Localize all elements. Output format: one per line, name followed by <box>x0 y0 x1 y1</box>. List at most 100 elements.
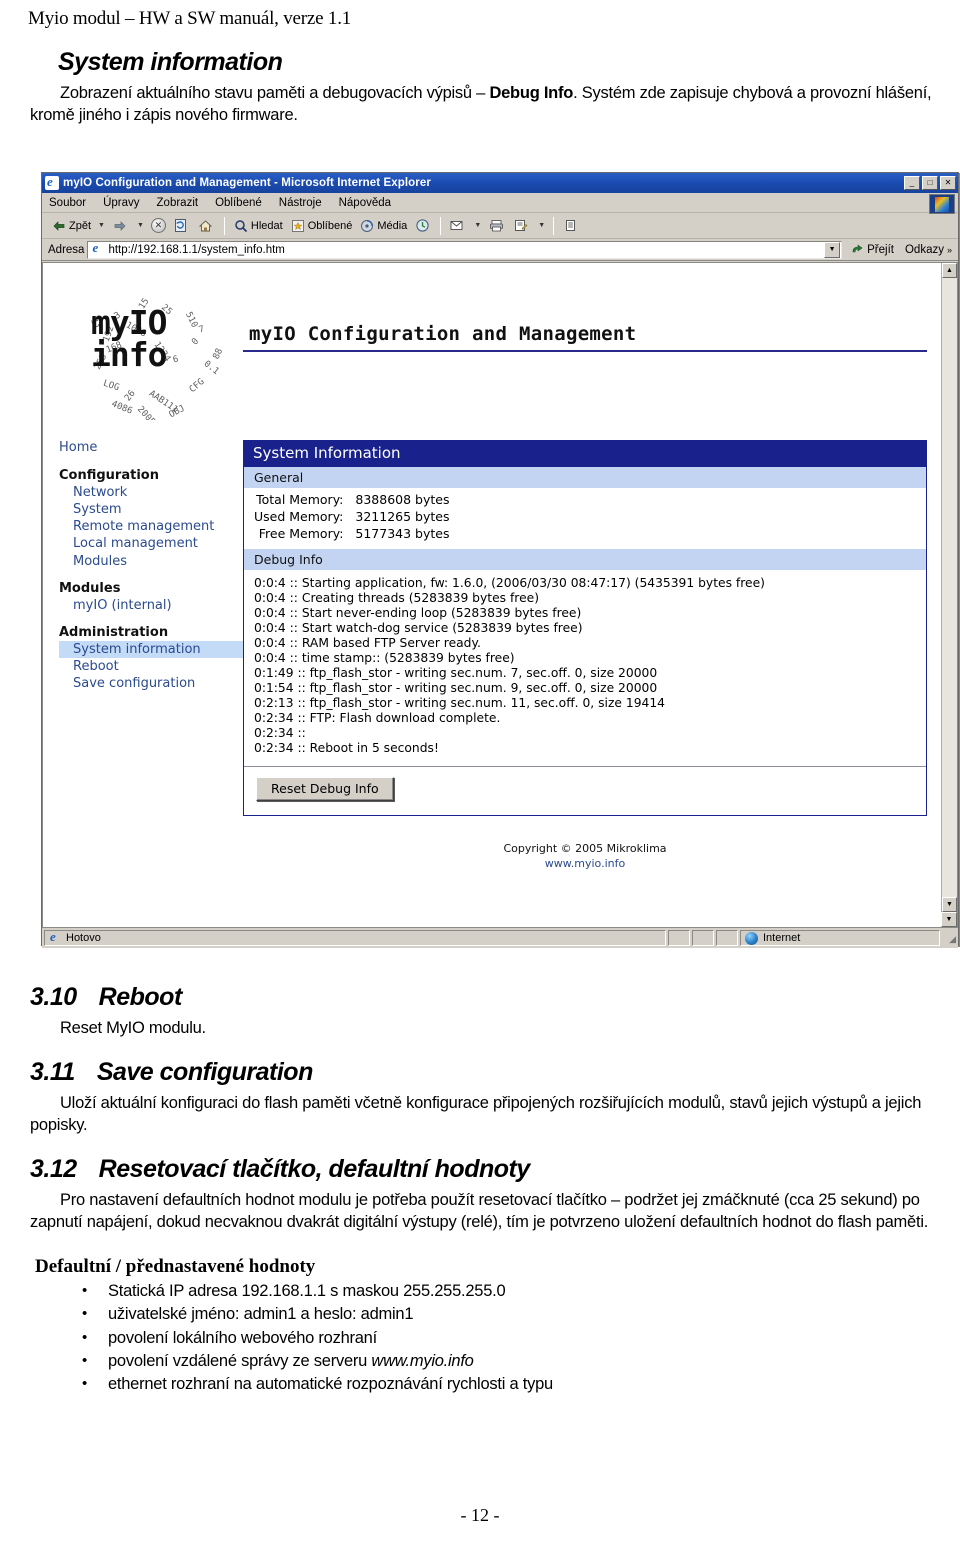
browser-titlebar: myIO Configuration and Management - Micr… <box>42 173 958 193</box>
viewport-bottom-strip: ▼ <box>42 912 958 928</box>
total-memory-label: Total Memory: <box>256 492 344 507</box>
mail-icon <box>449 218 465 234</box>
toolbar-separator-2 <box>440 216 442 235</box>
defaults-heading: Defaultní / přednastavené hodnoty <box>35 1255 316 1277</box>
maximize-icon[interactable]: □ <box>922 176 938 190</box>
search-button[interactable]: Hledat <box>230 217 286 235</box>
menu-zobrazit[interactable]: Zobrazit <box>157 197 199 209</box>
log-line: 0:2:34 :: FTP: Flash download complete. <box>254 711 501 725</box>
sidebar-item-system-information[interactable]: System information <box>59 640 243 659</box>
panel-body: General Total Memory: 8388608 bytes Used… <box>243 467 927 816</box>
minimize-icon[interactable]: _ <box>904 176 920 190</box>
document-lower-body: 3.10 Reboot Reset MyIO modulu. 3.11 Save c… <box>0 965 960 1397</box>
back-dropdown-icon[interactable]: ▼ <box>95 222 108 229</box>
log-line: 0:0:4 :: Start never-ending loop (528383… <box>254 606 582 620</box>
log-line: 0:1:54 :: ftp_flash_stor - writing sec.n… <box>254 681 658 695</box>
sidebar-item-local-management[interactable]: Local management <box>59 535 243 552</box>
history-icon <box>414 218 430 234</box>
log-line: 0:0:4 :: Start watch-dog service (528383… <box>254 621 583 635</box>
address-input[interactable]: http://192.168.1.1/system_info.htm ▼ <box>87 240 843 259</box>
status-page-icon <box>49 929 62 945</box>
log-line: 0:2:34 :: Reboot in 5 seconds! <box>254 741 439 755</box>
sidebar-item-network[interactable]: Network <box>59 484 243 501</box>
log-line: 0:0:4 :: Starting application, fw: 1.6.0… <box>254 576 765 590</box>
links-chevron-icon: » <box>946 244 952 255</box>
menu-soubor[interactable]: Soubor <box>49 197 86 209</box>
home-button[interactable] <box>195 217 219 235</box>
panel-actions: Reset Debug Info <box>244 766 926 807</box>
favorites-button[interactable]: Oblíbené <box>287 217 356 235</box>
back-label: Zpět <box>69 219 92 232</box>
section-title-3-10: Reboot <box>98 983 183 1011</box>
ie-brand-logo <box>929 194 955 214</box>
toolbar-separator-1 <box>223 216 225 235</box>
page-footer: Copyright © 2005 Mikroklima www.myio.inf… <box>243 816 927 872</box>
forward-dropdown-icon[interactable]: ▼ <box>134 222 147 229</box>
status-cell-spacer-1 <box>668 930 690 946</box>
resize-grip-icon[interactable]: ◢ <box>942 930 956 946</box>
sidebar-item-remote-management[interactable]: Remote management <box>59 518 243 535</box>
sidebar-item-system[interactable]: System <box>59 501 243 518</box>
forward-button[interactable] <box>109 217 133 235</box>
refresh-button[interactable] <box>170 217 194 235</box>
address-dropdown-icon[interactable]: ▼ <box>824 241 841 258</box>
browser-addressbar: Adresa http://192.168.1.1/system_info.ht… <box>42 239 958 261</box>
home-icon <box>198 218 214 234</box>
section-title-3-11: Save configuration <box>96 1057 314 1086</box>
stop-button[interactable]: ✕ <box>148 217 169 234</box>
reset-debug-info-button[interactable]: Reset Debug Info <box>256 777 394 801</box>
browser-toolbar: Zpět ▼ ▼ ✕ Hledat Oblíbené Média ▼ ▼ <box>42 213 958 239</box>
mail-dropdown-icon[interactable]: ▼ <box>471 222 484 229</box>
used-memory-label: Used Memory: <box>254 509 344 524</box>
copyright-text: Copyright © 2005 Mikroklima <box>503 842 667 855</box>
stop-icon: ✕ <box>150 218 166 233</box>
log-line: 0:2:13 :: ftp_flash_stor - writing sec.n… <box>254 696 665 710</box>
media-button[interactable]: Média <box>356 217 410 235</box>
mail-button[interactable] <box>446 217 470 235</box>
menu-oblibene[interactable]: Oblíbené <box>215 197 262 209</box>
browser-statusbar: Hotovo Internet ◢ <box>42 928 958 948</box>
print-button[interactable] <box>485 217 509 235</box>
history-button[interactable] <box>411 217 435 235</box>
links-button[interactable]: Odkazy » <box>901 244 956 256</box>
forward-arrow-icon <box>112 218 128 234</box>
section-heading-3-12: 3.12 Resetovací tlačítko, defaultní hodno… <box>30 1155 936 1184</box>
page-banner-title: myIO Configuration and Management <box>249 323 637 345</box>
vertical-scrollbar[interactable]: ▲ ▼ <box>941 263 957 912</box>
edit-dropdown-icon[interactable]: ▼ <box>535 222 548 229</box>
close-icon[interactable]: ✕ <box>940 176 956 190</box>
media-icon <box>359 218 375 234</box>
sidebar-nav: Home Configuration Network System Remote… <box>43 440 243 872</box>
free-memory-value: 5177343 bytes <box>355 526 450 541</box>
panel-title: System Information <box>243 440 927 467</box>
website-link[interactable]: www.myio.info <box>243 857 927 872</box>
menu-napoveda[interactable]: Nápověda <box>339 197 391 209</box>
intro-text-1: Zobrazení aktuálního stavu paměti a debu… <box>60 84 490 102</box>
status-cell-spacer-2 <box>692 930 714 946</box>
back-button[interactable]: Zpět <box>48 217 94 235</box>
sidebar-item-reboot[interactable]: Reboot <box>59 658 243 675</box>
list-item: uživatelské jméno: admin1 a heslo: admin… <box>82 1303 936 1326</box>
menu-nastroje[interactable]: Nástroje <box>279 197 322 209</box>
sidebar-item-home[interactable]: Home <box>59 440 243 455</box>
page-banner-wrap: myIO Configuration and Management <box>243 285 941 352</box>
menu-upravy[interactable]: Úpravy <box>103 197 139 209</box>
web-page: 15 25 3 510 192 1048 0 168 1234 6 0.1 25… <box>43 263 941 912</box>
sidebar-item-myio-internal[interactable]: myIO (internal) <box>59 597 243 614</box>
running-header: Myio modul – HW a SW manuál, verze 1.1 <box>28 8 352 29</box>
sidebar-item-save-configuration[interactable]: Save configuration <box>59 675 243 692</box>
edit-button[interactable] <box>510 217 534 235</box>
status-text: Hotovo <box>66 932 101 944</box>
total-memory-value: 8388608 bytes <box>355 492 450 507</box>
scroll-down-icon[interactable]: ▼ <box>942 897 957 912</box>
go-button[interactable]: Přejít <box>845 242 898 258</box>
page-icon <box>91 242 105 256</box>
logo-line-1: myIO <box>91 303 167 342</box>
internet-explorer-icon <box>45 176 59 190</box>
section-number-3-12: 3.12 <box>30 1154 77 1183</box>
browser-window: myIO Configuration and Management - Micr… <box>41 172 959 948</box>
scroll-up-icon[interactable]: ▲ <box>942 263 957 278</box>
sidebar-item-modules[interactable]: Modules <box>59 553 243 570</box>
discuss-button[interactable] <box>559 217 583 235</box>
scroll-down-arrow-icon[interactable]: ▼ <box>941 912 957 927</box>
